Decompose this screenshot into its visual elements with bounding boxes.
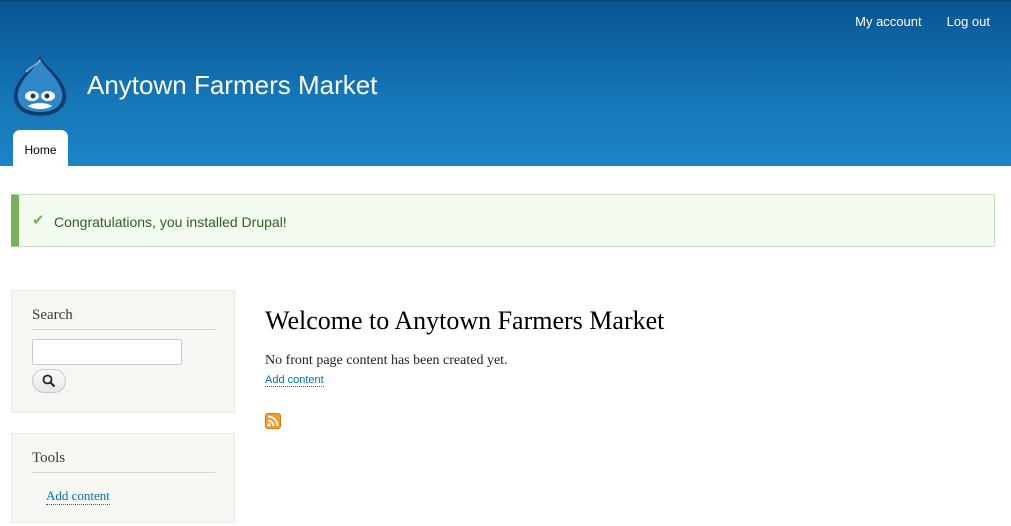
log-out-link[interactable]: Log out: [947, 14, 990, 29]
empty-front-page-text: No front page content has been created y…: [265, 353, 508, 368]
drupal-drop-icon[interactable]: [10, 52, 70, 118]
secondary-menu: My account Log out: [855, 14, 990, 29]
primary-tabs: Home: [13, 130, 68, 168]
tools-block-title: Tools: [32, 450, 215, 473]
add-content-link[interactable]: Add content: [265, 374, 324, 387]
search-block: Search: [11, 290, 235, 413]
status-message: ✔ Congratulations, you installed Drupal!: [11, 194, 995, 247]
search-icon: [42, 374, 56, 388]
tools-add-content-link[interactable]: Add content: [46, 488, 110, 505]
main-content: Welcome to Anytown Farmers Market No fro…: [265, 306, 665, 387]
tools-block: Tools Add content: [11, 433, 235, 523]
tab-home[interactable]: Home: [13, 130, 68, 168]
check-icon: ✔: [32, 212, 45, 229]
rss-feed-icon[interactable]: [265, 413, 281, 429]
search-input[interactable]: [32, 339, 182, 365]
site-name[interactable]: Anytown Farmers Market: [87, 70, 377, 101]
page-title: Welcome to Anytown Farmers Market: [265, 306, 665, 335]
search-button[interactable]: [32, 369, 66, 393]
my-account-link[interactable]: My account: [855, 14, 921, 29]
site-header: My account Log out Anytown Farmers Marke…: [0, 0, 1011, 168]
search-block-title: Search: [32, 307, 215, 330]
status-message-text: Congratulations, you installed Drupal!: [54, 214, 287, 230]
